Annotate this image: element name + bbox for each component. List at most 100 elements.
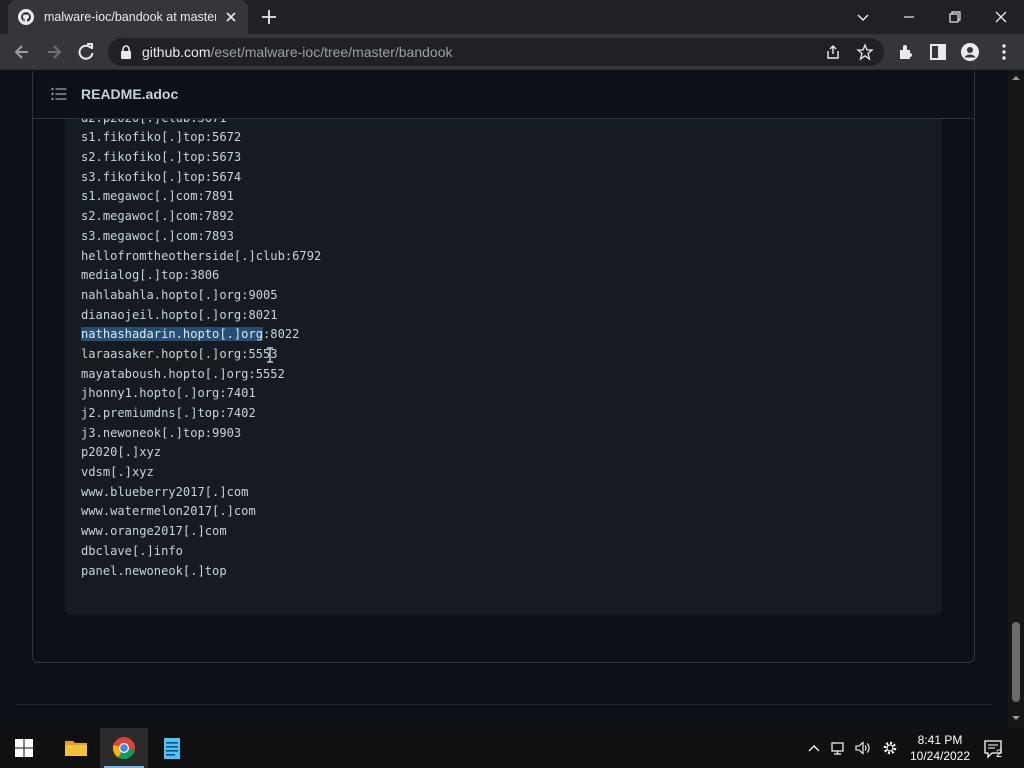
- code-line: www.orange2017[.]com: [81, 522, 321, 542]
- minimize-icon[interactable]: [900, 8, 918, 26]
- code-line-text: medialog[.]top:3806: [81, 268, 220, 283]
- chrome-icon: [112, 737, 135, 760]
- footer-divider: [16, 704, 992, 705]
- code-line: s3.megawoc[.]com:7893: [81, 227, 321, 247]
- folder-icon: [65, 741, 87, 756]
- code-line: www.watermelon2017[.]com: [81, 502, 321, 522]
- code-line-text: s3.fikofiko[.]top:5674: [81, 169, 242, 184]
- code-line: j2.premiumdns[.]top:7402: [81, 404, 321, 424]
- code-line: medialog[.]top:3806: [81, 266, 321, 286]
- code-line: s2.megawoc[.]com:7892: [81, 207, 321, 227]
- readme-file-box: d1.p2020[.]club:5670d2.p2020[.]club:5671…: [32, 70, 975, 663]
- notification-icon[interactable]: [982, 738, 1008, 760]
- close-window-icon[interactable]: [992, 8, 1010, 26]
- back-icon[interactable]: [12, 42, 32, 62]
- code-line-text: vdsm[.]xyz: [81, 465, 154, 480]
- code-line-text: j2.premiumdns[.]top:7402: [81, 406, 256, 420]
- reload-icon[interactable]: [76, 42, 96, 62]
- code-line-text: s3.megawoc[.]com:7893: [81, 228, 234, 243]
- code-line: vdsm[.]xyz: [81, 463, 321, 483]
- extensions-icon[interactable]: [896, 42, 916, 62]
- file-name: README.adoc: [81, 86, 179, 102]
- code-line: panel.newoneok[.]top: [81, 562, 321, 582]
- menu-icon[interactable]: [994, 42, 1014, 62]
- settings-gear-icon[interactable]: [882, 740, 898, 756]
- code-line: jhonny1.hopto[.]org:7401: [81, 384, 321, 404]
- notification-count: 2: [996, 748, 1003, 760]
- browser-tab[interactable]: malware-ioc/bandook at master: [8, 0, 248, 34]
- restore-icon[interactable]: [946, 8, 964, 26]
- code-line-text: dbclave[.]info: [81, 543, 183, 558]
- code-line-text: mayataboush.hopto[.]org:5552: [81, 366, 285, 381]
- code-line: laraasaker.hopto[.]org:5553: [81, 345, 321, 365]
- profile-icon[interactable]: [960, 42, 980, 62]
- taskbar-chrome[interactable]: [100, 728, 148, 768]
- code-line-text: laraasaker.hopto[.]org:5553: [81, 346, 278, 361]
- windows-taskbar: 8:41 PM 10/24/2022 2: [0, 728, 1024, 768]
- show-hidden-icons-icon[interactable]: [806, 740, 822, 756]
- taskbar-notepad[interactable]: [148, 728, 196, 768]
- scrollbar-thumb[interactable]: [1012, 622, 1020, 702]
- code-lines: d1.p2020[.]club:5670d2.p2020[.]club:5671…: [81, 101, 321, 581]
- code-line: nathashadarin.hopto[.]org:8022: [81, 325, 321, 345]
- code-line-text: hellofromtheotherside[.]club:6792: [81, 248, 322, 263]
- volume-icon[interactable]: [854, 740, 870, 756]
- outline-list-icon[interactable]: [51, 87, 67, 101]
- code-line-text: s2.megawoc[.]com:7892: [81, 209, 234, 224]
- selected-text: nathashadarin.hopto[.]org: [81, 327, 264, 342]
- code-line-text: p2020[.]xyz: [81, 445, 162, 460]
- scroll-up-icon[interactable]: [1012, 74, 1020, 82]
- forward-icon[interactable]: [44, 42, 64, 62]
- url-text[interactable]: github.com/eset/malware-ioc/tree/master/…: [142, 44, 452, 60]
- code-line: hellofromtheotherside[.]club:6792: [81, 247, 321, 267]
- code-line-text: jhonny1.hopto[.]org:7401: [81, 386, 256, 401]
- side-panel-icon[interactable]: [928, 42, 948, 62]
- close-tab-icon[interactable]: [224, 10, 238, 24]
- code-line-text: j3.newoneok[.]top:9903: [81, 425, 242, 440]
- code-line: s1.megawoc[.]com:7891: [81, 187, 321, 207]
- code-line: s3.fikofiko[.]top:5674: [81, 168, 321, 188]
- code-line-text: www.blueberry2017[.]com: [81, 484, 249, 499]
- clock-time: 8:41 PM: [917, 733, 963, 747]
- code-line: nahlabahla.hopto[.]org:9005: [81, 286, 321, 306]
- code-line: www.blueberry2017[.]com: [81, 483, 321, 503]
- clock-date: 10/24/2022: [909, 749, 971, 763]
- vertical-scrollbar[interactable]: [1008, 70, 1024, 728]
- url-host: github.com: [142, 44, 211, 60]
- code-line-text: www.watermelon2017[.]com: [81, 504, 256, 519]
- new-tab-icon[interactable]: [260, 8, 278, 26]
- share-icon[interactable]: [824, 43, 842, 61]
- code-line: s2.fikofiko[.]top:5673: [81, 148, 321, 168]
- code-block: d1.p2020[.]club:5670d2.p2020[.]club:5671…: [65, 101, 942, 615]
- code-line: mayataboush.hopto[.]org:5552: [81, 365, 321, 385]
- taskbar-clock[interactable]: 8:41 PM 10/24/2022: [906, 732, 974, 764]
- bookmark-star-icon[interactable]: [856, 43, 874, 61]
- tab-search-icon[interactable]: [854, 8, 872, 26]
- code-line-text: dianaojeil.hopto[.]org:8021: [81, 307, 278, 322]
- code-line-text: nahlabahla.hopto[.]org:9005: [81, 287, 278, 302]
- scroll-down-icon[interactable]: [1012, 714, 1020, 722]
- code-line: s1.fikofiko[.]top:5672: [81, 128, 321, 148]
- code-line: dianaojeil.hopto[.]org:8021: [81, 306, 321, 326]
- notepad-icon: [164, 738, 180, 759]
- start-button[interactable]: [0, 728, 48, 768]
- lock-icon[interactable]: [120, 45, 132, 59]
- taskbar-file-explorer[interactable]: [52, 728, 100, 768]
- page-content: d1.p2020[.]club:5670d2.p2020[.]club:5671…: [0, 70, 1008, 728]
- code-line: j3.newoneok[.]top:9903: [81, 424, 321, 444]
- browser-toolbar: github.com/eset/malware-ioc/tree/master/…: [0, 34, 1024, 70]
- file-header: README.adoc: [33, 70, 974, 119]
- code-line: dbclave[.]info: [81, 542, 321, 562]
- code-line-text: :8022: [263, 327, 300, 342]
- tab-strip: malware-ioc/bandook at master: [0, 0, 1024, 34]
- code-line-text: panel.newoneok[.]top: [81, 563, 227, 578]
- code-line-text: s1.megawoc[.]com:7891: [81, 189, 234, 204]
- code-line: p2020[.]xyz: [81, 443, 321, 463]
- code-line-text: www.orange2017[.]com: [81, 524, 227, 539]
- tab-title: malware-ioc/bandook at master: [44, 10, 216, 24]
- github-icon: [18, 9, 34, 25]
- address-bar[interactable]: github.com/eset/malware-ioc/tree/master/…: [108, 38, 884, 66]
- url-path: /eset/malware-ioc/tree/master/bandook: [210, 44, 453, 60]
- network-icon[interactable]: [830, 740, 846, 756]
- code-line-text: s2.fikofiko[.]top:5673: [81, 150, 242, 165]
